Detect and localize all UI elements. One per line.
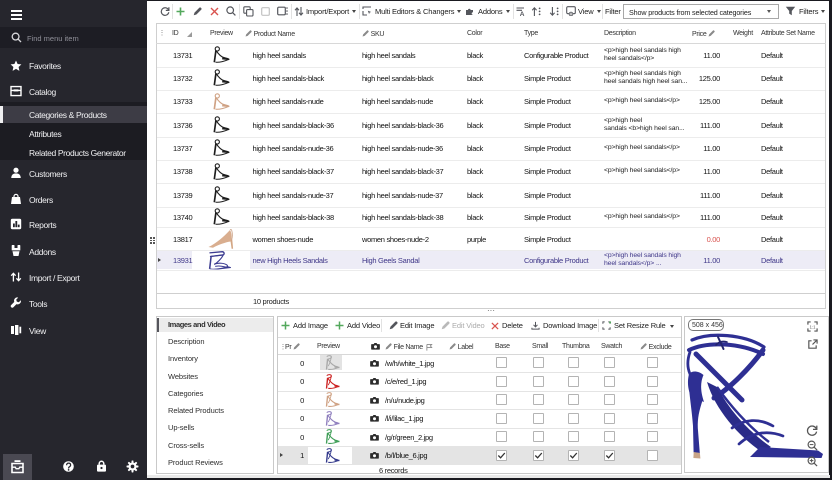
svg-text:A: A — [519, 10, 524, 15]
svg-text:1:1: 1:1 — [810, 324, 816, 329]
